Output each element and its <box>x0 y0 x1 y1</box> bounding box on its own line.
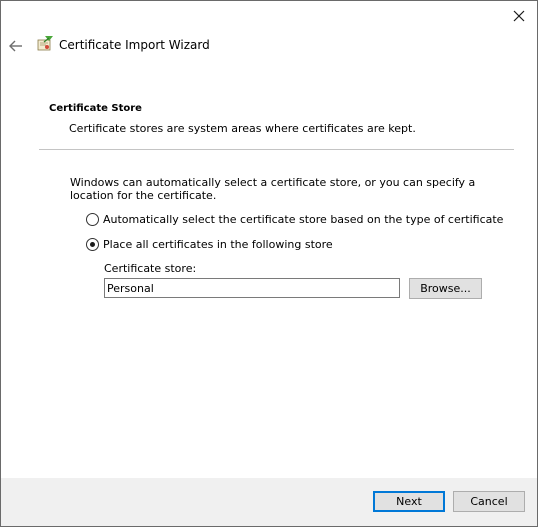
place-in-store-option[interactable]: Place all certificates in the following … <box>86 237 333 251</box>
place-in-store-label: Place all certificates in the following … <box>103 237 333 251</box>
auto-select-label: Automatically select the certificate sto… <box>103 212 504 226</box>
close-icon <box>513 10 525 22</box>
auto-select-radio[interactable] <box>86 212 99 226</box>
wizard-title: Certificate Import Wizard <box>59 38 210 52</box>
cancel-button[interactable]: Cancel <box>453 491 525 512</box>
certificate-wizard-icon <box>36 35 54 53</box>
page-description: Certificate stores are system areas wher… <box>69 122 416 135</box>
certificate-store-field[interactable] <box>104 278 400 298</box>
next-button[interactable]: Next <box>373 491 445 512</box>
browse-button[interactable]: Browse... <box>409 278 482 299</box>
back-button[interactable] <box>7 37 25 55</box>
certificate-import-wizard-window: Certificate Import Wizard Certificate St… <box>0 0 538 527</box>
certificate-store-label: Certificate store: <box>104 262 197 275</box>
place-in-store-radio[interactable] <box>86 237 99 251</box>
wizard-footer: Next Cancel <box>1 478 537 526</box>
back-arrow-icon <box>9 40 22 52</box>
intro-text: Windows can automatically select a certi… <box>70 176 476 202</box>
header-divider <box>39 149 514 150</box>
page-heading: Certificate Store <box>49 103 142 114</box>
close-button[interactable] <box>509 7 529 25</box>
auto-select-store-option[interactable]: Automatically select the certificate sto… <box>86 212 503 226</box>
